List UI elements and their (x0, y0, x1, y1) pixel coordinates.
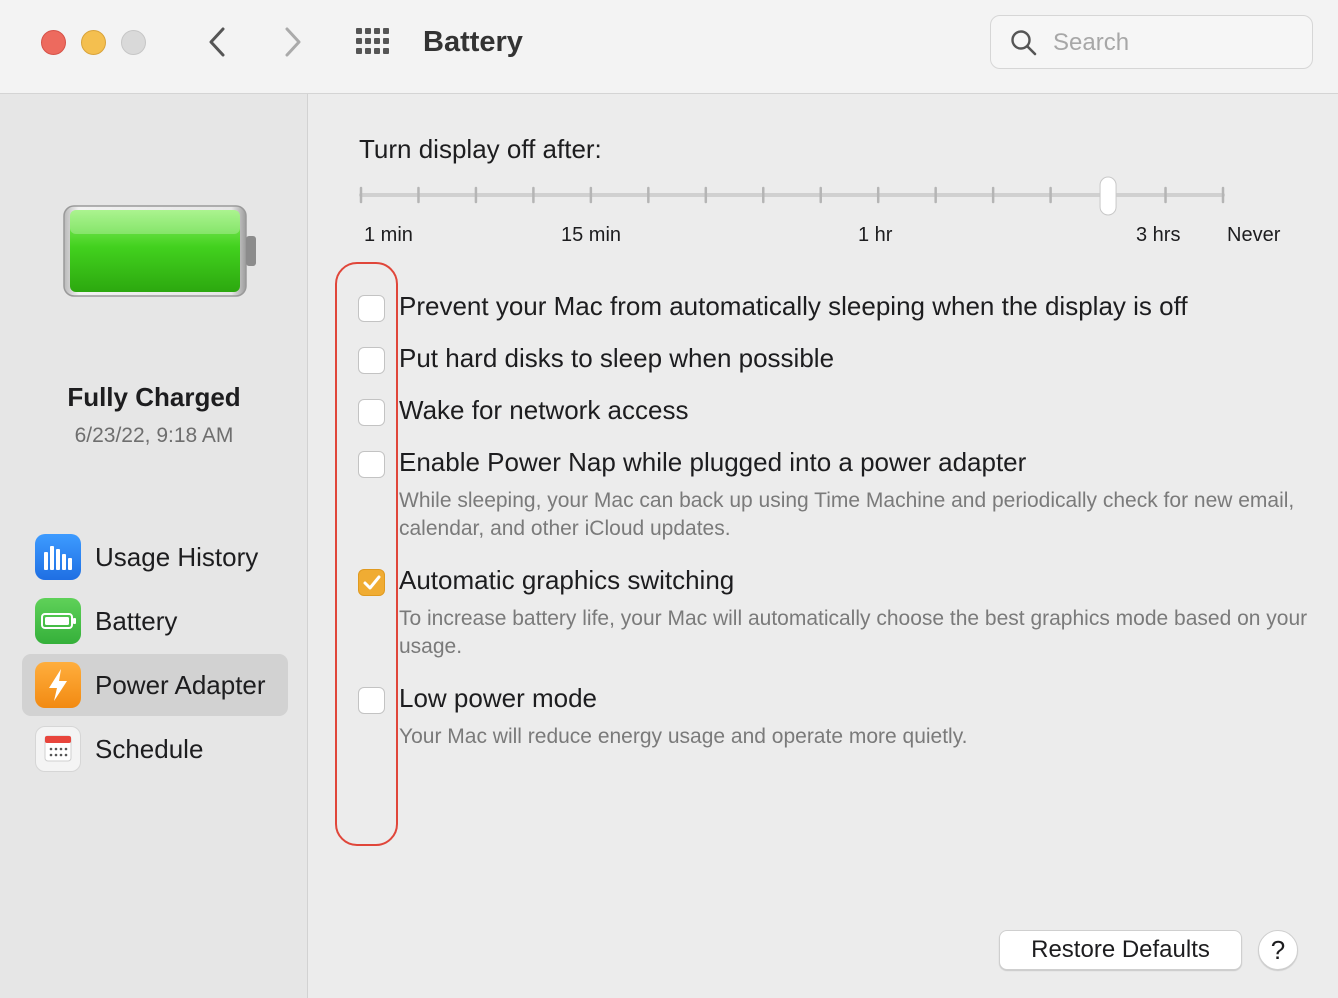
sidebar-item-label: Power Adapter (95, 669, 266, 700)
chevron-left-icon (209, 27, 225, 57)
option-label: Wake for network access (399, 395, 689, 425)
option-label: Enable Power Nap while plugged into a po… (399, 447, 1027, 477)
forward-button[interactable] (272, 22, 312, 62)
sidebar-item-battery[interactable]: Battery (22, 590, 288, 652)
minimize-window-button[interactable] (81, 30, 106, 55)
zoom-window-button[interactable] (121, 30, 146, 55)
tick-label-15-min: 15 min (561, 224, 622, 246)
sidebar-item-label: Schedule (95, 733, 204, 764)
hard-disk-sleep-checkbox[interactable] (358, 347, 385, 374)
tick-label-never: Never (1227, 224, 1281, 246)
sidebar-item-label: Battery (95, 605, 178, 636)
option-description: While sleeping, your Mac can back up usi… (399, 489, 1295, 540)
title-bar: Battery (0, 0, 1338, 94)
schedule-icon (35, 726, 81, 772)
sidebar-item-usage-history[interactable]: Usage History (22, 526, 288, 588)
back-button[interactable] (198, 22, 238, 62)
window-title: Battery (423, 26, 523, 58)
option-description: To increase battery life, your Mac will … (399, 607, 1308, 658)
tick-label-3-hrs: 3 hrs (1136, 224, 1181, 246)
option-description: Your Mac will reduce energy usage and op… (399, 725, 968, 748)
low-power-mode-checkbox[interactable] (358, 687, 385, 714)
restore-defaults-button[interactable]: Restore Defaults (999, 930, 1242, 970)
option-label: Put hard disks to sleep when possible (399, 343, 835, 373)
close-window-button[interactable] (41, 30, 66, 55)
search-icon (1011, 30, 1037, 56)
checkmark-icon (363, 575, 381, 590)
grid-icon (356, 28, 389, 54)
battery-status-time: 6/23/22, 9:18 AM (74, 424, 234, 447)
help-button[interactable]: ? (1258, 930, 1298, 970)
slider-thumb[interactable] (1099, 176, 1117, 216)
battery-icon (35, 598, 81, 644)
slider-track (359, 193, 1225, 197)
battery-status-icon (63, 205, 256, 297)
power-nap-checkbox[interactable] (358, 451, 385, 478)
tick-label-1-min: 1 min (364, 224, 413, 246)
option-label: Automatic graphics switching (399, 565, 735, 595)
battery-status-title: Fully Charged (67, 382, 241, 412)
wake-network-checkbox[interactable] (358, 399, 385, 426)
tick-label-1-hr: 1 hr (858, 224, 893, 246)
usage-history-icon (35, 534, 81, 580)
prevent-sleep-checkbox[interactable] (358, 295, 385, 322)
power-adapter-icon (35, 662, 81, 708)
sidebar-item-power-adapter[interactable]: Power Adapter (22, 654, 288, 716)
main-panel: Turn display off after: 1 min 15 min 1 h… (308, 94, 1338, 998)
search-field[interactable] (990, 15, 1313, 69)
search-input[interactable] (1051, 25, 1295, 61)
option-label: Prevent your Mac from automatically slee… (399, 291, 1188, 321)
show-all-button[interactable] (354, 26, 394, 58)
graphics-switching-checkbox[interactable] (358, 569, 385, 596)
slider-tick-labels: 1 min 15 min 1 hr 3 hrs Never (308, 224, 1338, 254)
sidebar-item-schedule[interactable]: Schedule (22, 718, 288, 780)
option-label: Low power mode (399, 683, 597, 713)
display-off-slider-title: Turn display off after: (359, 134, 602, 164)
display-off-slider[interactable] (359, 176, 1229, 220)
sidebar: Fully Charged 6/23/22, 9:18 AM Usage His… (0, 94, 308, 998)
chevron-right-icon (285, 27, 301, 57)
sidebar-item-label: Usage History (95, 541, 259, 572)
